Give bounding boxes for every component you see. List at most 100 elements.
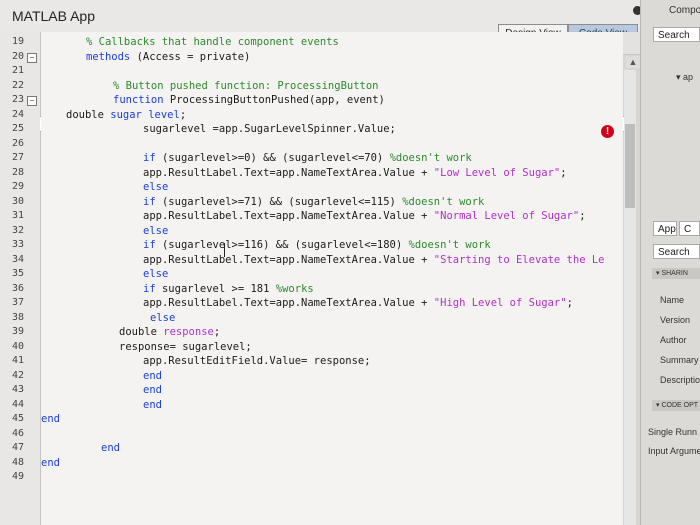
code-text: app.ResultLabel.Text=app.NameTextArea.Va… [143, 297, 434, 309]
component-search-input[interactable]: Search [653, 27, 700, 42]
code-comment: % Callbacks that handle component events [86, 36, 339, 48]
code-line: else [143, 225, 168, 237]
tab-app[interactable]: App [653, 221, 677, 236]
fold-toggle-icon[interactable]: − [27, 96, 37, 106]
line-number: 46 [11, 427, 24, 439]
line-number: 20 [11, 50, 24, 62]
metadata-field-label[interactable]: Summary [660, 355, 699, 365]
code-text: ; [566, 297, 573, 309]
scrollbar-thumb[interactable] [625, 124, 635, 208]
code-keyword: end [101, 442, 120, 454]
app-node-label[interactable]: ▾ ap [676, 72, 693, 83]
line-number: 38 [11, 311, 24, 323]
line-number: 28 [11, 166, 24, 178]
line-number: 29 [11, 181, 24, 192]
code-text: (sugarlevel>=0) && (sugarlevel<=70) [161, 152, 390, 164]
fold-toggle-icon[interactable]: − [27, 52, 37, 63]
line-number: 45 [11, 413, 24, 424]
line-number: 27 [11, 152, 24, 163]
metadata-field-label[interactable]: Name [660, 295, 684, 305]
code-text: app.ResultEditField.Value= response; [143, 355, 371, 367]
code-text: ; [560, 166, 567, 179]
code-text: response= sugarlevel; [119, 340, 252, 353]
code-comment: % Button pushed function: ProcessingButt… [113, 79, 379, 92]
metadata-field-label[interactable]: Description [660, 375, 700, 385]
code-string: "Normal Level of Sugar" [433, 210, 580, 222]
input-arguments-label: Input Argumen [648, 446, 700, 456]
code-line: if (sugarlevel>=71) && (sugarlevel<=115)… [143, 196, 484, 208]
code-keyword: sugar level [110, 108, 180, 121]
code-text: sugarlevel =app.SugarLevelSpinner.Value; [143, 123, 396, 135]
code-options-header[interactable]: ▾ CODE OPT [652, 400, 700, 411]
code-keyword: else [150, 311, 176, 324]
properties-search-input[interactable]: Search [653, 244, 700, 259]
code-text: app.ResultLabel.Text=app.NameTextArea.Va… [143, 210, 434, 222]
metadata-field-label[interactable]: Author [660, 335, 687, 345]
code-keyword: if [143, 195, 156, 208]
line-number: 33 [11, 239, 24, 250]
code-line: else [150, 312, 175, 324]
code-text: sugarlevel >= 181 [161, 282, 276, 295]
line-number: 35 [11, 268, 24, 279]
code-text: app.ResultLabel.Text=app.NameTextArea.Va… [143, 253, 434, 266]
code-comment: %works [275, 282, 314, 295]
line-number: 30 [11, 195, 24, 207]
code-text: double [119, 326, 164, 338]
code-line: end [143, 384, 162, 396]
code-line: end [101, 442, 120, 454]
code-line: % Callbacks that handle component events [86, 36, 339, 48]
code-line: end [143, 399, 162, 411]
code-keyword: function [113, 94, 164, 106]
component-browser-title: Compo [669, 5, 700, 16]
line-number: 32 [11, 224, 24, 236]
code-line: else [143, 181, 168, 193]
code-line: if (sugarlevel>=116) && (sugarlevel<=180… [143, 239, 491, 251]
code-text: ProcessingButtonPushed(app, event) [169, 94, 385, 106]
line-number: 22 [11, 79, 24, 91]
code-keyword: if [143, 239, 156, 251]
code-line: app.ResultLabel.Text=app.NameTextArea.Va… [143, 167, 567, 179]
code-line: else [143, 268, 168, 280]
code-line: methods (Access = private) [86, 51, 250, 63]
code-text: (sugarlevel>=116) && (sugarlevel<=180) [161, 239, 409, 251]
tab-callbacks[interactable]: C [679, 221, 700, 236]
line-number: 42 [11, 369, 24, 381]
code-string: "Starting to Elevate the Le [433, 253, 605, 266]
error-icon[interactable]: ! [601, 125, 614, 138]
line-number: 44 [11, 398, 24, 410]
app-title: MATLAB App [12, 8, 96, 24]
line-number: 34 [11, 253, 24, 265]
code-line: app.ResultLabel.Text=app.NameTextArea.Va… [143, 297, 573, 309]
vertical-scrollbar[interactable] [624, 70, 636, 525]
line-number: 47 [11, 442, 24, 453]
code-line: % Button pushed function: ProcessingButt… [113, 80, 379, 92]
code-keyword: if [143, 152, 156, 164]
metadata-field-label[interactable]: Version [660, 315, 690, 325]
code-line: end [41, 457, 60, 469]
line-number: 37 [11, 297, 24, 308]
code-keyword: end [143, 369, 162, 382]
line-number: 19 [11, 36, 24, 47]
code-string: response [163, 326, 214, 338]
code-keyword: end [41, 413, 60, 425]
code-keyword: if [143, 282, 156, 295]
code-editor[interactable]: % Callbacks that handle component events… [41, 32, 623, 525]
sharing-details-header[interactable]: ▾ SHARIN [652, 268, 700, 279]
line-number-gutter: 19 20−21 22 23−24 25 26 27 28 29 30 31 32 33 34 35 36 37… [0, 32, 41, 525]
code-text: ; [179, 108, 187, 121]
code-comment: %doesn't work [402, 195, 485, 208]
code-string: "High Level of Sugar" [433, 297, 567, 309]
code-keyword: end [41, 456, 60, 469]
code-text: double [66, 108, 111, 121]
code-keyword: else [143, 224, 169, 237]
code-text: app.ResultLabel.Text=app.NameTextArea.Va… [143, 166, 434, 179]
scroll-up-icon[interactable]: ▲ [626, 56, 640, 68]
line-number: 48 [11, 456, 24, 468]
line-number: 49 [11, 471, 24, 482]
code-text: ; [213, 326, 221, 338]
code-line: double response; [119, 326, 220, 338]
single-running-label: Single Runn [648, 427, 698, 437]
code-line: if (sugarlevel>=0) && (sugarlevel<=70) %… [143, 152, 472, 164]
line-number: 40 [11, 340, 24, 352]
code-keyword: else [143, 181, 169, 193]
